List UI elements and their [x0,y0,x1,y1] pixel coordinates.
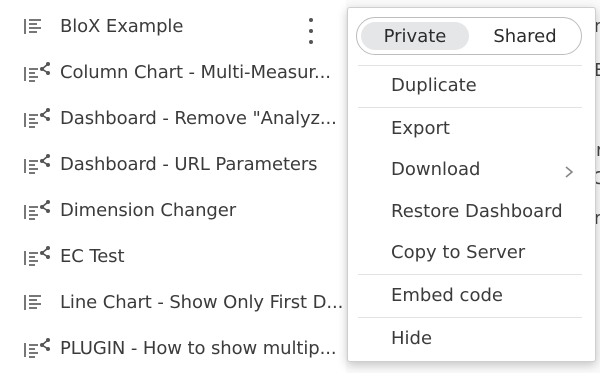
list-item[interactable]: Dashboard - Remove "Analyz... [0,98,346,138]
menu-divider [358,274,582,275]
menu-divider [358,65,582,66]
download-menu-item[interactable]: Download [391,159,480,180]
list-item[interactable]: Column Chart - Multi-Measur... [0,52,346,92]
chevron-right-icon [565,166,574,178]
list-item-label: PLUGIN - How to show multip... [60,337,337,359]
list-item-label: Dimension Changer [60,199,237,221]
background-text-fragment: r [596,140,600,161]
list-item-label: Line Chart - Show Only First D... [60,291,344,313]
dashboard-list: BloX Example Column Chart - Multi-Measur… [0,0,346,373]
shared-list-icon [24,108,50,128]
hide-menu-item[interactable]: Hide [391,328,432,349]
menu-divider [358,107,582,108]
shared-list-icon [24,338,50,358]
shared-list-icon [24,154,50,174]
private-toggle-option[interactable]: Private [361,22,469,50]
list-item[interactable]: PLUGIN - How to show multip... [0,328,346,368]
visibility-toggle: Private Shared [356,17,582,55]
shared-toggle-option[interactable]: Shared [475,22,575,50]
export-menu-item[interactable]: Export [391,118,450,139]
more-options-icon[interactable] [304,18,318,44]
list-item-label: EC Test [60,245,125,267]
shared-list-icon [24,246,50,266]
duplicate-menu-item[interactable]: Duplicate [391,75,477,96]
list-item-label: BloX Example [60,15,184,37]
list-item-label: Dashboard - Remove "Analyz... [60,107,337,129]
shared-list-icon [24,62,50,82]
list-item-label: Dashboard - URL Parameters [60,153,318,175]
copy-to-server-menu-item[interactable]: Copy to Server [391,242,525,263]
embed-code-menu-item[interactable]: Embed code [391,285,503,306]
restore-dashboard-menu-item[interactable]: Restore Dashboard [391,201,563,222]
list-item[interactable]: Dashboard - URL Parameters [0,144,346,184]
list-item-label: Column Chart - Multi-Measur... [60,61,331,83]
list-item[interactable]: EC Test [0,236,346,276]
list-item[interactable]: Line Chart - Show Only First D... [0,282,346,322]
list-item[interactable]: Dimension Changer [0,190,346,230]
widget-list-icon [24,19,41,34]
dashboard-context-menu: Private Shared Duplicate Export Download… [347,7,596,362]
widget-list-icon [24,295,41,310]
shared-list-icon [24,200,50,220]
menu-divider [358,317,582,318]
list-item[interactable]: BloX Example [0,6,346,46]
